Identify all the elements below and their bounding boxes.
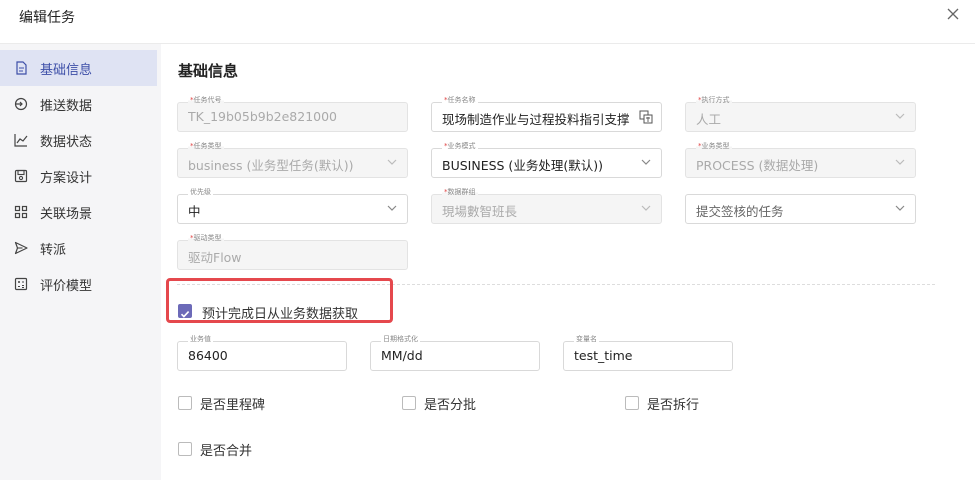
- split-line-checkbox[interactable]: [625, 396, 639, 410]
- biz-mode-select[interactable]: *业务模式 BUSINESS (业务处理(默认)): [431, 142, 662, 178]
- sidebar-item-eval-model[interactable]: 评价模型: [0, 266, 157, 302]
- sidebar-item-basic-info[interactable]: 基础信息: [0, 50, 157, 86]
- calculator-icon: [13, 276, 29, 292]
- var-name-input[interactable]: 变量名 test_time: [563, 335, 733, 371]
- predict-date-label: 预计完成日从业务数据获取: [202, 307, 359, 322]
- check-icon: [180, 311, 190, 318]
- approval-task-select[interactable]: 提交签核的任务: [685, 194, 916, 224]
- sidebar-item-solution-design[interactable]: 方案设计: [0, 158, 157, 194]
- predict-date-checkbox[interactable]: [178, 304, 192, 318]
- merge-label: 是否合并: [200, 444, 253, 459]
- close-icon[interactable]: [945, 6, 961, 22]
- chevron-down-icon: [895, 113, 905, 119]
- sidebar-item-label: 评价模型: [40, 278, 93, 294]
- section-title: 基础信息: [178, 62, 239, 80]
- sidebar-item-label: 方案设计: [40, 170, 93, 186]
- sidebar-item-label: 推送数据: [40, 98, 93, 114]
- task-name-field[interactable]: *任务名称 现场制造作业与过程投料指引支撑: [431, 96, 662, 132]
- sidebar-item-label: 关联场景: [40, 206, 93, 222]
- send-icon: [13, 240, 29, 256]
- main-content: 基础信息 *任务代号 TK_19b05b9b2e821000 *任务名称 现场制…: [161, 44, 975, 480]
- chevron-down-icon: [641, 205, 651, 211]
- biz-type-select: *业务类型 PROCESS (数据处理): [685, 142, 916, 178]
- chevron-down-icon: [387, 159, 397, 165]
- driver-type-field: *驱动类型 驱动Flow: [177, 234, 408, 270]
- data-group-select: *数据群组 現場數智班長: [431, 188, 662, 224]
- translate-icon[interactable]: [639, 110, 653, 124]
- grid-icon: [13, 204, 29, 220]
- priority-select[interactable]: 优先级 中: [177, 188, 408, 224]
- document-icon: [13, 60, 29, 76]
- merge-checkbox[interactable]: [178, 442, 192, 456]
- exec-mode-select: *执行方式 人工: [685, 96, 916, 132]
- save-icon: [13, 168, 29, 184]
- milestone-label: 是否里程碑: [200, 398, 266, 413]
- chart-icon: [13, 132, 29, 148]
- sidebar-item-label: 数据状态: [40, 134, 93, 150]
- chevron-down-icon: [641, 159, 651, 165]
- chevron-down-icon: [895, 205, 905, 211]
- sidebar-item-push-data[interactable]: 推送数据: [0, 86, 157, 122]
- biz-value-input[interactable]: 业务值 86400: [177, 335, 347, 371]
- sidebar-item-transfer[interactable]: 转派: [0, 230, 157, 266]
- chevron-down-icon: [895, 159, 905, 165]
- task-type-select: *任务类型 business (业务型任务(默认)): [177, 142, 408, 178]
- sidebar: 基础信息 推送数据 数据状态 方案设计 关联场景 转派 评价模型: [0, 44, 161, 480]
- sidebar-item-label: 基础信息: [40, 62, 93, 78]
- push-icon: [13, 96, 29, 112]
- batch-label: 是否分批: [424, 398, 477, 413]
- sidebar-item-related-scenes[interactable]: 关联场景: [0, 194, 157, 230]
- milestone-checkbox[interactable]: [178, 396, 192, 410]
- dialog-header: 编辑任务: [0, 0, 975, 44]
- sidebar-item-data-status[interactable]: 数据状态: [0, 122, 157, 158]
- dialog-title: 编辑任务: [19, 10, 75, 26]
- split-line-label: 是否拆行: [647, 398, 700, 413]
- task-code-field: *任务代号 TK_19b05b9b2e821000: [177, 96, 408, 132]
- date-format-input[interactable]: 日期格式化 MM/dd: [370, 335, 540, 371]
- sidebar-item-label: 转派: [40, 242, 67, 258]
- chevron-down-icon: [387, 205, 397, 211]
- batch-checkbox[interactable]: [402, 396, 416, 410]
